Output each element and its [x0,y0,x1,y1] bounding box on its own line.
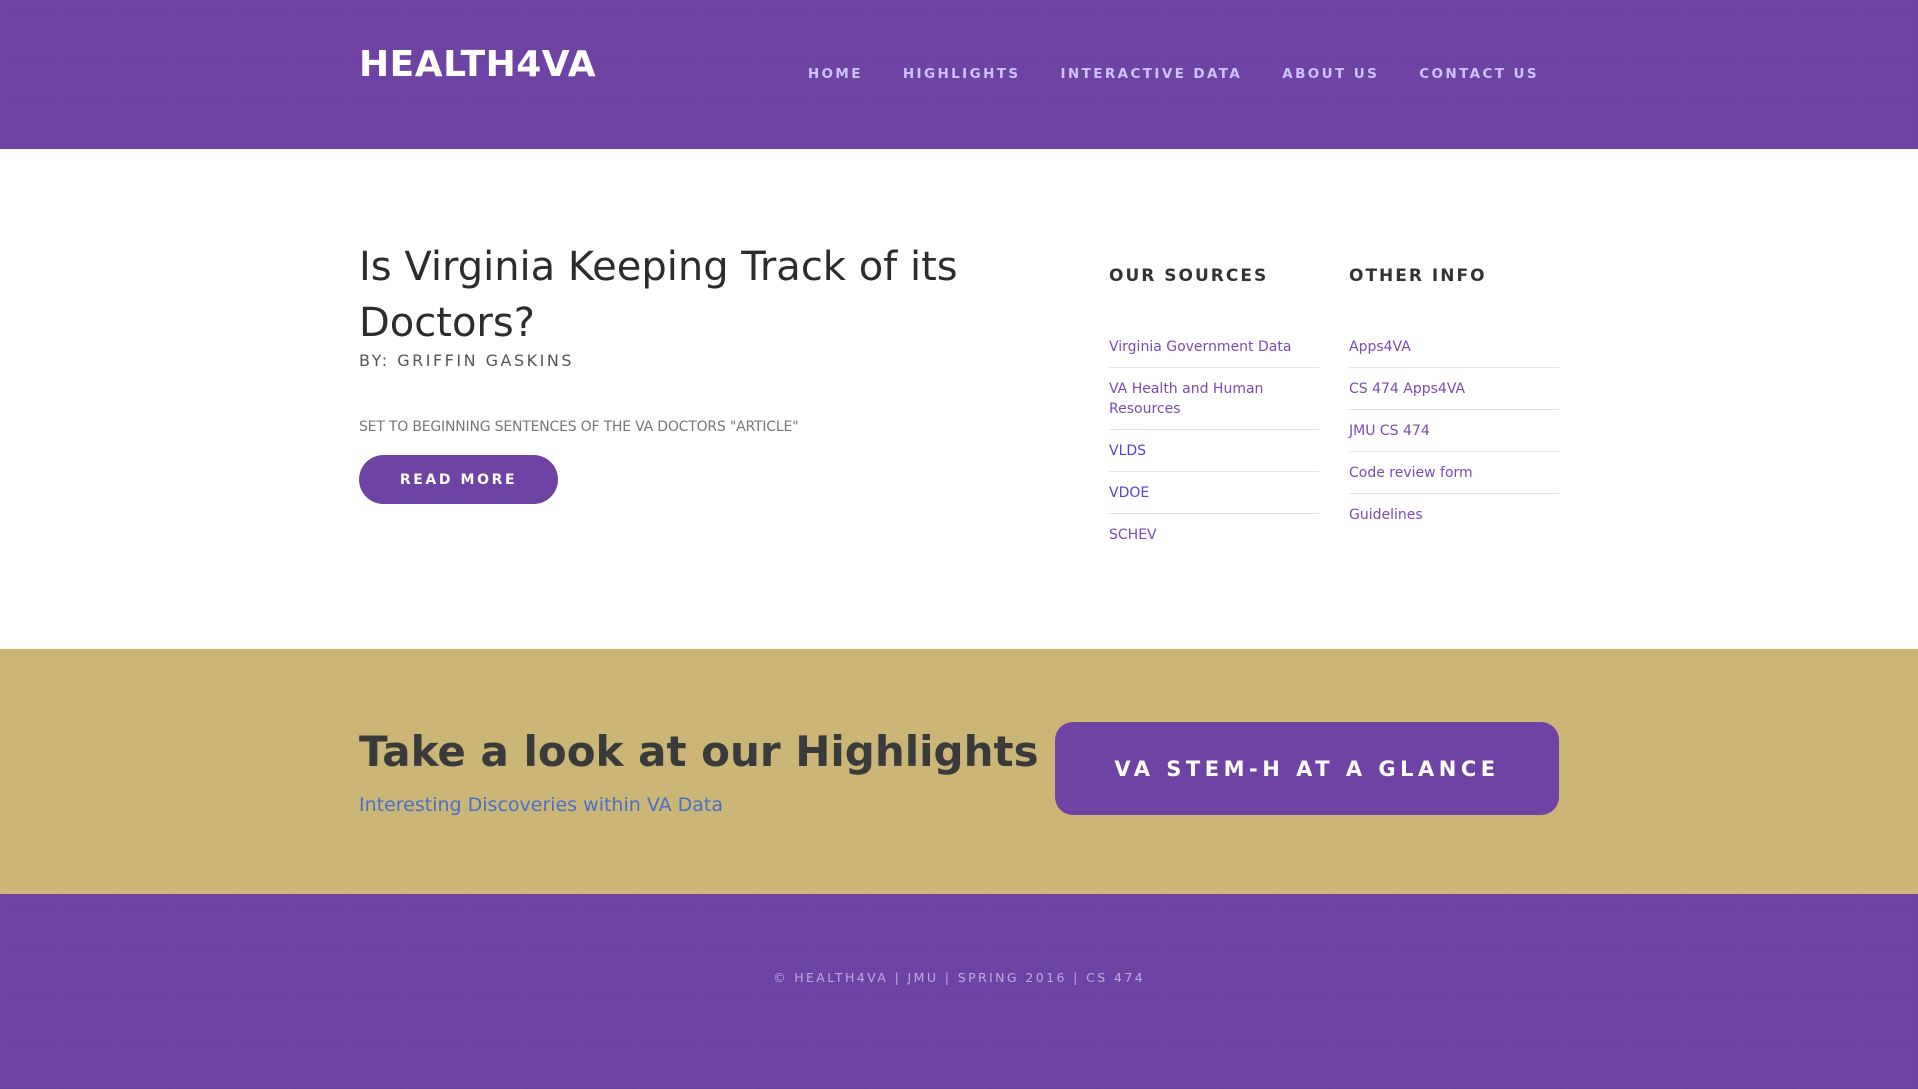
source-link-va-health-human-resources[interactable]: VA Health and Human Resources [1109,368,1319,430]
article-byline: BY: GRIFFIN GASKINS [359,351,574,370]
source-link-vlds[interactable]: VLDS [1109,430,1319,472]
highlights-callout: Take a look at our Highlights Interestin… [0,649,1918,894]
other-link-apps4va[interactable]: Apps4VA [1349,326,1559,368]
site-logo[interactable]: HEALTH4VA [359,44,596,85]
other-link-cs474-apps4va[interactable]: CS 474 Apps4VA [1349,368,1559,410]
source-link-virginia-government-data[interactable]: Virginia Government Data [1109,326,1319,368]
main-content: Is Virginia Keeping Track of its Doctors… [0,149,1918,649]
stem-h-glance-button[interactable]: VA STEM-H AT A GLANCE [1055,722,1559,815]
callout-title: Take a look at our Highlights [359,727,1039,776]
nav-highlights[interactable]: HIGHLIGHTS [903,66,1021,82]
nav-contact-us[interactable]: CONTACT US [1419,66,1539,82]
footer-copyright: © HEALTH4VA | JMU | SPRING 2016 | CS 474 [772,970,1146,985]
other-link-code-review-form[interactable]: Code review form [1349,452,1559,494]
nav-about-us[interactable]: ABOUT US [1282,66,1379,82]
site-footer: © HEALTH4VA | JMU | SPRING 2016 | CS 474 [0,894,1918,1089]
main-nav: HOME HIGHLIGHTS INTERACTIVE DATA ABOUT U… [768,66,1539,82]
article-title: Is Virginia Keeping Track of its Doctors… [359,244,958,346]
nav-interactive-data[interactable]: INTERACTIVE DATA [1061,66,1243,82]
our-sources-heading: OUR SOURCES [1109,266,1269,286]
other-info-list: Apps4VA CS 474 Apps4VA JMU CS 474 Code r… [1349,326,1559,535]
other-link-guidelines[interactable]: Guidelines [1349,494,1559,535]
our-sources-list: Virginia Government Data VA Health and H… [1109,326,1319,555]
nav-home[interactable]: HOME [808,66,863,82]
other-info-section: OTHER INFO Apps4VA CS 474 Apps4VA JMU CS… [1349,266,1559,535]
other-link-jmu-cs474[interactable]: JMU CS 474 [1349,410,1559,452]
article-excerpt: SET TO BEGINNING SENTENCES OF THE VA DOC… [359,419,799,435]
our-sources-section: OUR SOURCES Virginia Government Data VA … [1109,266,1319,555]
source-link-vdoe[interactable]: VDOE [1109,472,1319,514]
other-info-heading: OTHER INFO [1349,266,1487,286]
read-more-button[interactable]: READ MORE [359,455,558,504]
source-link-schev[interactable]: SCHEV [1109,514,1319,555]
callout-subtitle: Interesting Discoveries within VA Data [359,794,724,816]
site-header: HEALTH4VA HOME HIGHLIGHTS INTERACTIVE DA… [0,0,1918,149]
